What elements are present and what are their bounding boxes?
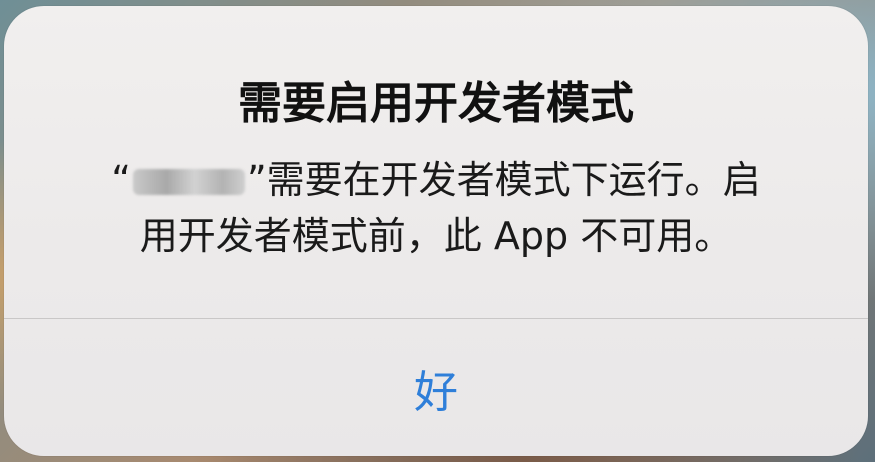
redacted-app-name: [132, 169, 245, 195]
alert-message: “ ”需要在开发者模式下运行。启用开发者模式前，此 App 不可用。: [104, 152, 768, 264]
message-line2: 用开发者模式前，此 App 不可用。: [139, 214, 733, 258]
ok-button[interactable]: 好: [4, 319, 868, 456]
message-line1: 需要在开发者模式下运行。启: [266, 158, 761, 202]
open-quote: “: [111, 158, 131, 202]
developer-mode-alert: 需要启用开发者模式 “ ”需要在开发者模式下运行。启用开发者模式前，此 App 不…: [4, 6, 868, 456]
close-quote: ”: [246, 158, 267, 202]
ok-button-label: 好: [414, 366, 458, 418]
alert-title: 需要启用开发者模式: [238, 78, 634, 129]
